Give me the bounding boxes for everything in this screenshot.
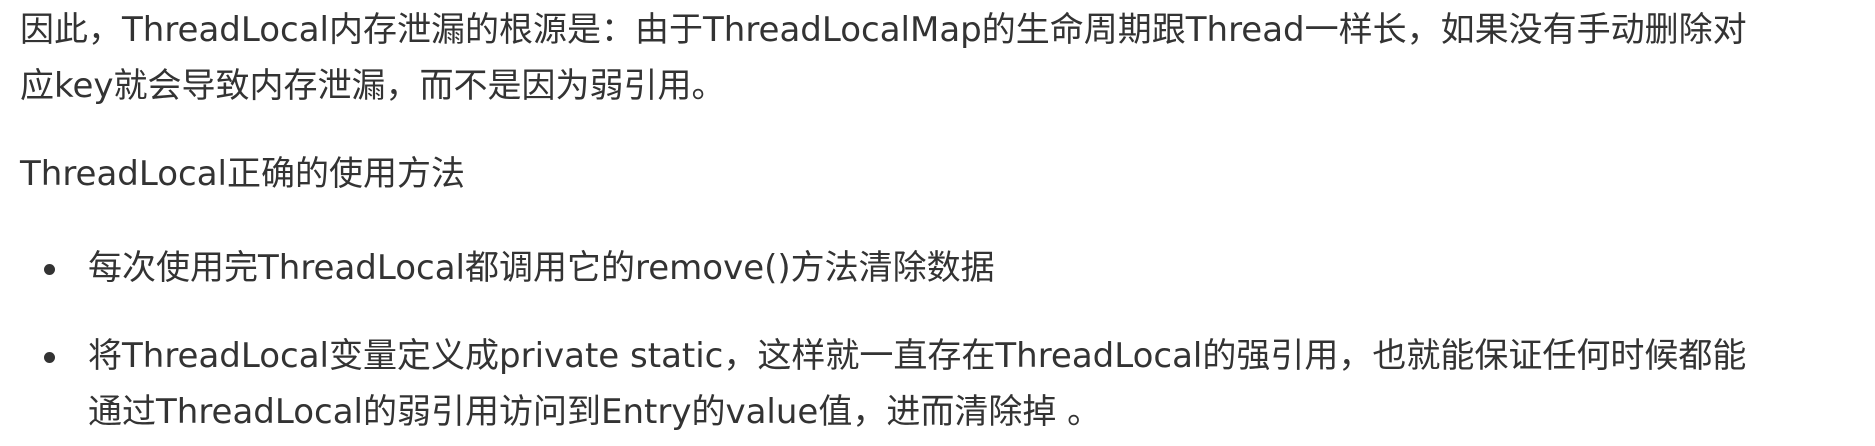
paragraph-line: 因此，ThreadLocal内存泄漏的根源是：由于ThreadLocalMap的… [20, 10, 1747, 50]
list-item-text: 将ThreadLocal变量定义成private static，这样就一直存在T… [88, 336, 1747, 376]
article-body: 因此，ThreadLocal内存泄漏的根源是：由于ThreadLocalMap的… [0, 0, 1875, 446]
list-item-text: 每次使用完ThreadLocal都调用它的remove()方法清除数据 [88, 248, 995, 288]
bullet-dot-icon [44, 352, 55, 363]
paragraph-line: 应key就会导致内存泄漏，而不是因为弱引用。 [20, 66, 726, 106]
bullet-dot-icon [44, 264, 55, 275]
list-item-text: 通过ThreadLocal的弱引用访问到Entry的value值，进而清除掉 。 [88, 392, 1102, 432]
section-heading-text: ThreadLocal正确的使用方法 [20, 154, 466, 194]
